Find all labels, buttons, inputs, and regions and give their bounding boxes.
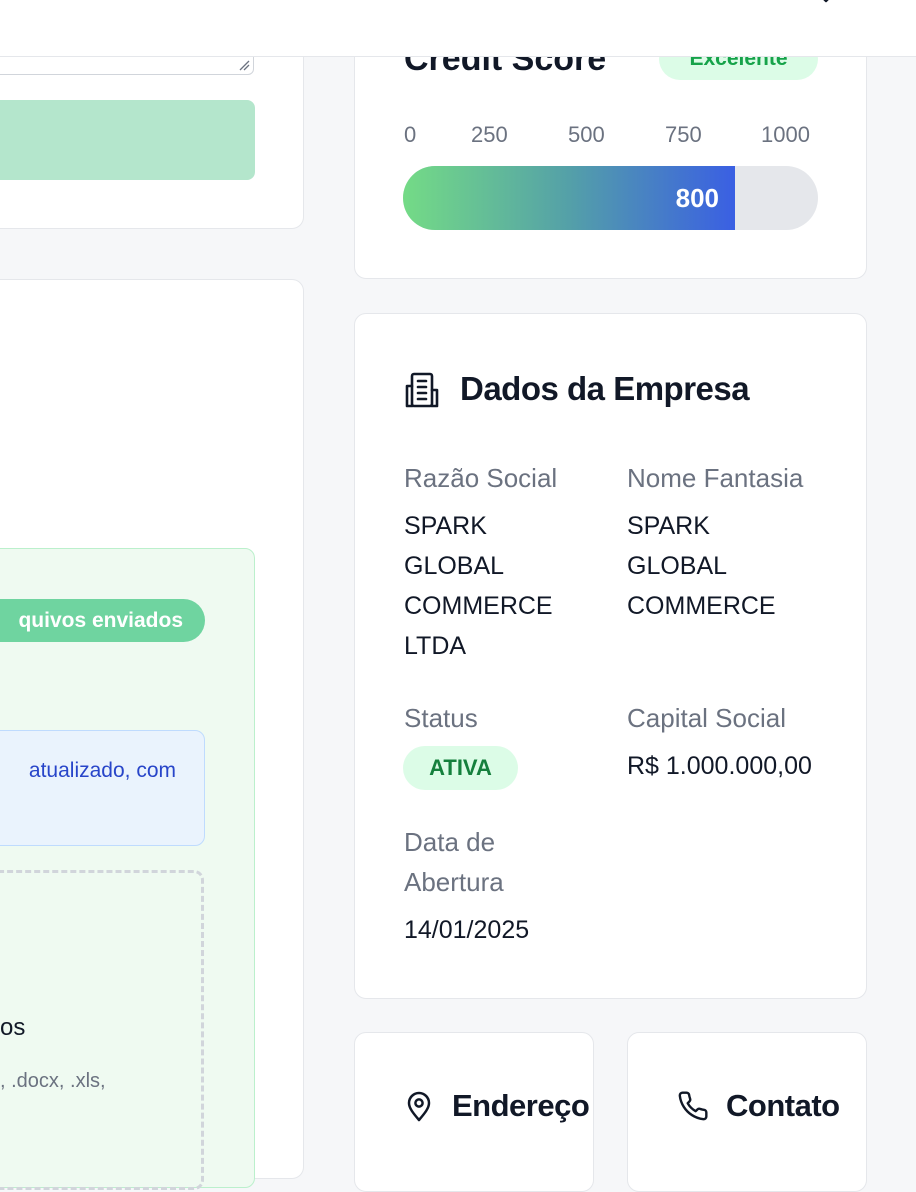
submit-button[interactable] bbox=[0, 100, 255, 180]
file-dropzone[interactable] bbox=[0, 870, 204, 1190]
nome-fantasia-line-2: GLOBAL bbox=[627, 552, 728, 580]
dropzone-formats: , .docx, .xls, bbox=[0, 1070, 106, 1092]
nome-fantasia-label: Nome Fantasia bbox=[627, 463, 804, 493]
address-title: Endereço bbox=[452, 1088, 590, 1123]
dropzone-title: os bbox=[0, 1014, 26, 1041]
data-abertura-label-line-1: Data de bbox=[404, 827, 496, 857]
info-box: atualizado, com bbox=[0, 730, 205, 846]
gauge-tick-750: 750 bbox=[665, 122, 702, 147]
razao-social-label: Razão Social bbox=[404, 463, 558, 493]
resize-handle-icon[interactable] bbox=[238, 59, 250, 71]
gauge-tick-1000: 1000 bbox=[761, 122, 810, 147]
razao-social-line-1: SPARK bbox=[404, 512, 487, 540]
status-badge: ATIVA bbox=[403, 746, 518, 790]
gauge-tick-0: 0 bbox=[404, 122, 417, 147]
nome-fantasia-line-1: SPARK bbox=[627, 512, 710, 540]
credit-score-gauge-fill: 800 bbox=[403, 166, 735, 230]
razao-social-line-3: COMMERCE bbox=[404, 592, 553, 620]
gauge-tick-250: 250 bbox=[471, 122, 508, 147]
razao-social-line-2: GLOBAL bbox=[404, 552, 505, 580]
status-label: Status bbox=[404, 703, 478, 733]
credit-score-gauge: 800 bbox=[403, 166, 818, 230]
gauge-tick-500: 500 bbox=[568, 122, 605, 147]
razao-social-line-4: LTDA bbox=[404, 632, 467, 660]
capital-social-value: R$ 1.000.000,00 bbox=[627, 752, 812, 780]
files-sent-badge: quivos enviados bbox=[0, 599, 205, 642]
capital-social-label: Capital Social bbox=[627, 703, 786, 733]
info-text: atualizado, com bbox=[28, 759, 176, 782]
building-icon bbox=[405, 372, 439, 408]
data-abertura-value: 14/01/2025 bbox=[404, 916, 530, 944]
top-bar bbox=[0, 0, 916, 57]
chevron-down-icon[interactable] bbox=[814, 0, 838, 10]
credit-score-value: 800 bbox=[675, 183, 719, 213]
company-data-title: Dados da Empresa bbox=[460, 370, 750, 407]
map-pin-icon bbox=[407, 1091, 431, 1122]
data-abertura-label-line-2: Abertura bbox=[404, 867, 504, 897]
nome-fantasia-line-3: COMMERCE bbox=[627, 592, 776, 620]
contact-title: Contato bbox=[726, 1088, 840, 1123]
phone-icon bbox=[678, 1091, 708, 1121]
